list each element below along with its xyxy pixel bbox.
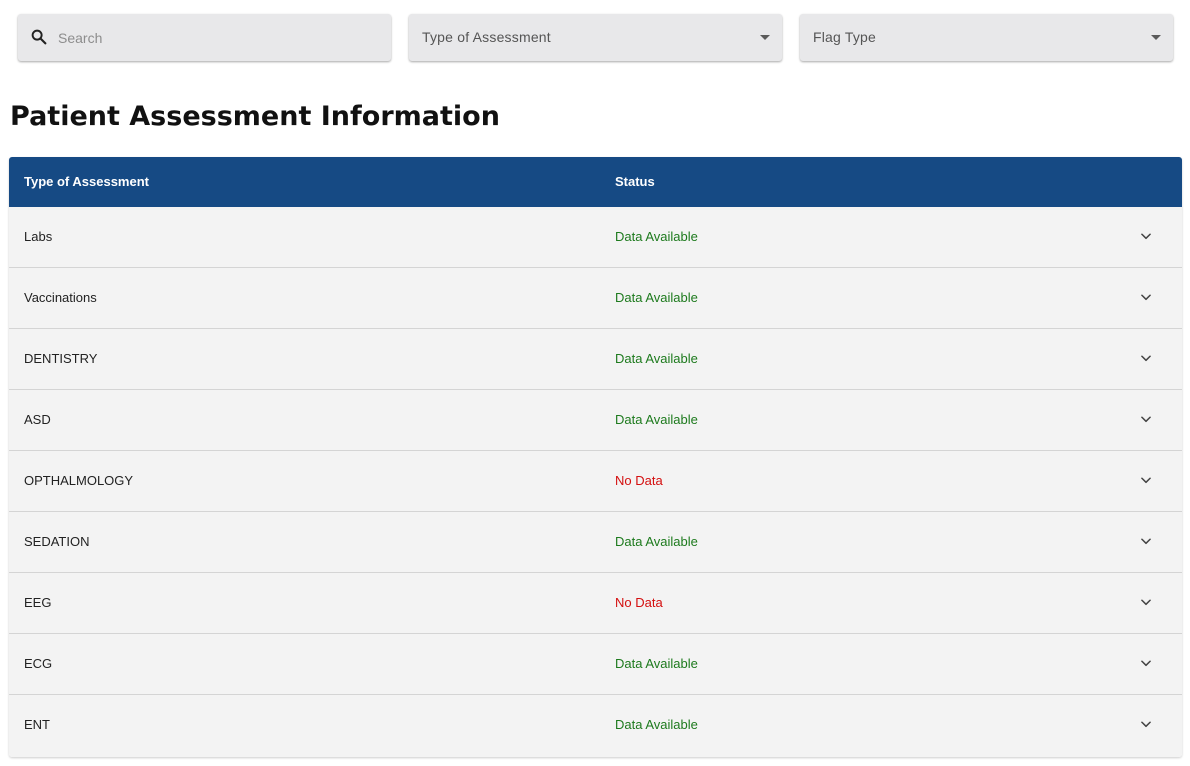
chevron-down-icon[interactable] <box>1139 534 1153 548</box>
search-input[interactable] <box>56 24 380 52</box>
chevron-down-icon[interactable] <box>1139 351 1153 365</box>
filter-bar: Type of Assessment Flag Type <box>18 14 1173 61</box>
chevron-down-icon[interactable] <box>1139 290 1153 304</box>
chevron-down-icon[interactable] <box>1139 473 1153 487</box>
search-icon <box>31 29 47 45</box>
assessment-type-cell: ENT <box>24 717 50 732</box>
status-cell: Data Available <box>615 229 698 244</box>
table-row[interactable]: OPTHALMOLOGY No Data <box>9 451 1182 512</box>
table-row[interactable]: DENTISTRY Data Available <box>9 329 1182 390</box>
chevron-down-icon[interactable] <box>1139 717 1153 731</box>
table-row[interactable]: Labs Data Available <box>9 207 1182 268</box>
assessment-type-cell: Labs <box>24 229 53 244</box>
table-row[interactable]: SEDATION Data Available <box>9 512 1182 573</box>
status-cell: Data Available <box>615 656 698 671</box>
table-body: Labs Data Available Vaccinations Data Avail… <box>9 207 1182 757</box>
chevron-down-icon[interactable] <box>1139 595 1153 609</box>
table-row[interactable]: ASD Data Available <box>9 390 1182 451</box>
assessment-type-cell: OPTHALMOLOGY <box>24 473 134 488</box>
status-cell: No Data <box>615 595 663 610</box>
assessment-type-cell: EEG <box>24 595 52 610</box>
table-row[interactable]: ENT Data Available <box>9 695 1182 757</box>
assessment-type-cell: Vaccinations <box>24 290 97 305</box>
chevron-down-icon[interactable] <box>1139 656 1153 670</box>
chevron-down-icon[interactable] <box>1139 412 1153 426</box>
table-row[interactable]: Vaccinations Data Available <box>9 268 1182 329</box>
table-row[interactable]: EEG No Data <box>9 573 1182 634</box>
table-header: Type of Assessment Status <box>9 157 1182 207</box>
search-field[interactable] <box>18 14 391 61</box>
status-cell: Data Available <box>615 534 698 549</box>
assessment-type-cell: DENTISTRY <box>24 351 98 366</box>
assessment-table: Type of Assessment Status Labs Data Avail… <box>9 157 1182 757</box>
chevron-down-icon[interactable] <box>1139 229 1153 243</box>
caret-down-icon <box>1151 35 1161 40</box>
column-header-status: Status <box>615 174 655 189</box>
page-title: Patient Assessment Information <box>10 101 500 132</box>
caret-down-icon <box>760 35 770 40</box>
assessment-type-cell: SEDATION <box>24 534 90 549</box>
status-cell: Data Available <box>615 351 698 366</box>
assessment-type-cell: ECG <box>24 656 53 671</box>
type-of-assessment-select[interactable]: Type of Assessment <box>409 14 782 61</box>
column-header-type: Type of Assessment <box>24 174 149 189</box>
table-row[interactable]: ECG Data Available <box>9 634 1182 695</box>
flag-type-select[interactable]: Flag Type <box>800 14 1173 61</box>
status-cell: Data Available <box>615 290 698 305</box>
type-of-assessment-label: Type of Assessment <box>422 29 551 45</box>
flag-type-label: Flag Type <box>813 29 877 45</box>
status-cell: No Data <box>615 473 663 488</box>
status-cell: Data Available <box>615 412 698 427</box>
assessment-type-cell: ASD <box>24 412 51 427</box>
status-cell: Data Available <box>615 717 698 732</box>
